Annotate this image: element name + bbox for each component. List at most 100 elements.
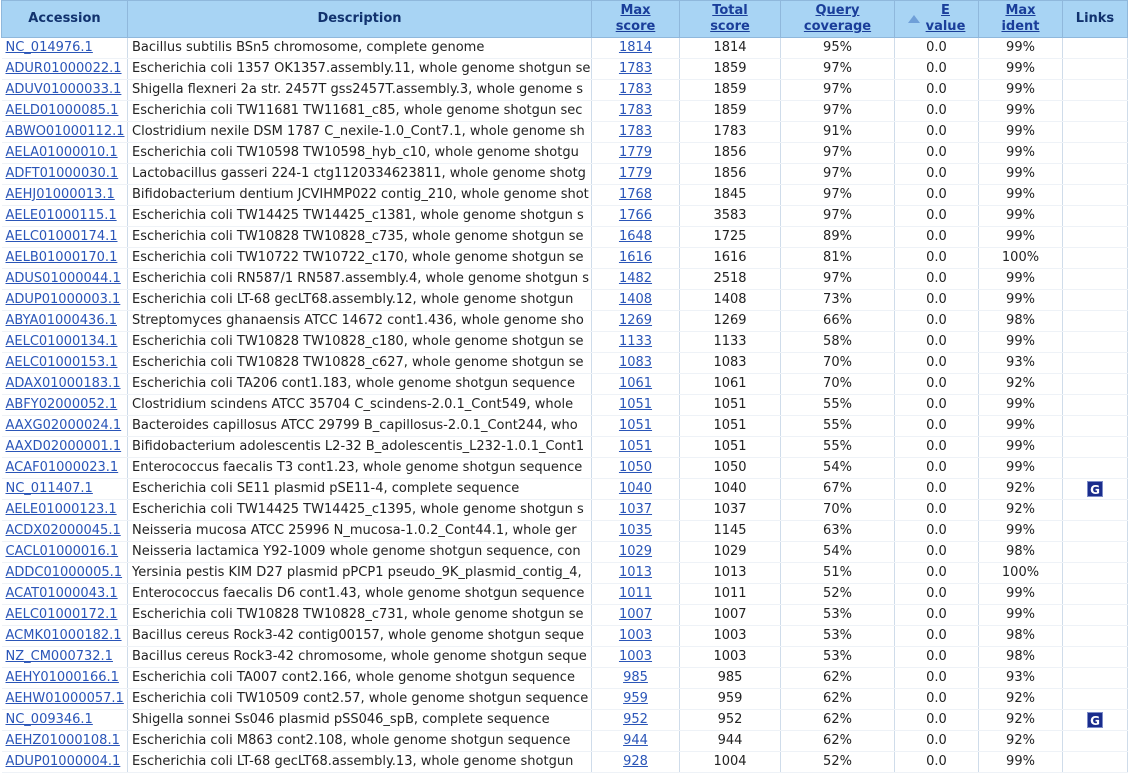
max-ident-cell: 99%: [978, 226, 1063, 248]
max-score-link[interactable]: 952: [623, 712, 648, 727]
accession-link[interactable]: AAXG02000024.1: [6, 418, 122, 433]
max-score-link[interactable]: 959: [623, 691, 648, 706]
accession-link[interactable]: ADUP01000003.1: [6, 292, 121, 307]
description-cell: Escherichia coli SE11 plasmid pSE11-4, c…: [127, 478, 592, 500]
accession-link[interactable]: AEHW01000057.1: [6, 691, 124, 706]
accession-link[interactable]: NZ_CM000732.1: [6, 649, 113, 664]
accession-link[interactable]: ADFT01000030.1: [6, 166, 119, 181]
query-coverage-cell: 55%: [780, 394, 895, 416]
header-total-score[interactable]: Total score: [679, 0, 781, 38]
accession-link[interactable]: ADAX01000183.1: [6, 376, 121, 391]
accession-link[interactable]: ADDC01000005.1: [6, 565, 123, 580]
accession-link[interactable]: ACMK01000182.1: [6, 628, 122, 643]
total-score-sort-link[interactable]: Total score: [710, 3, 750, 34]
accession-link[interactable]: AELC01000174.1: [6, 229, 118, 244]
max-score-link[interactable]: 1061: [619, 376, 652, 391]
accession-link[interactable]: ADUR01000022.1: [6, 61, 122, 76]
accession-link[interactable]: NC_009346.1: [6, 712, 93, 727]
max-score-link[interactable]: 1050: [619, 460, 652, 475]
accession-link[interactable]: AEHZ01000108.1: [6, 733, 120, 748]
max-ident-cell: 99%: [978, 331, 1063, 353]
max-score-link[interactable]: 1814: [619, 40, 652, 55]
max-score-link[interactable]: 928: [623, 754, 648, 769]
max-score-link[interactable]: 1007: [619, 607, 652, 622]
max-score-link[interactable]: 1083: [619, 355, 652, 370]
max-score-link[interactable]: 1003: [619, 628, 652, 643]
max-ident-sort-link[interactable]: Max ident: [1001, 3, 1039, 34]
max-score-link[interactable]: 1040: [619, 481, 652, 496]
accession-link[interactable]: ADUV01000033.1: [6, 82, 122, 97]
max-score-link[interactable]: 1783: [619, 82, 652, 97]
query-coverage-sort-link[interactable]: Query coverage: [804, 3, 871, 34]
max-score-link[interactable]: 1779: [619, 166, 652, 181]
accession-link[interactable]: AELE01000123.1: [6, 502, 117, 517]
accession-link[interactable]: AELA01000010.1: [6, 145, 118, 160]
max-score-sort-link[interactable]: Max score: [616, 3, 656, 34]
description-cell: Bacillus cereus Rock3-42 chromosome, who…: [127, 646, 592, 668]
accession-link[interactable]: AELC01000172.1: [6, 607, 118, 622]
gene-link-icon[interactable]: G: [1087, 711, 1103, 728]
accession-link[interactable]: ADUP01000004.1: [6, 754, 121, 769]
max-score-link[interactable]: 1768: [619, 187, 652, 202]
max-score-link[interactable]: 1783: [619, 124, 652, 139]
max-score-link[interactable]: 1783: [619, 61, 652, 76]
max-score-link[interactable]: 1766: [619, 208, 652, 223]
accession-link[interactable]: ABWO01000112.1: [6, 124, 125, 139]
accession-link[interactable]: AELB01000170.1: [6, 250, 118, 265]
max-score-cell: 944: [591, 730, 680, 752]
header-max-ident[interactable]: Max ident: [978, 0, 1063, 38]
max-score-link[interactable]: 1648: [619, 229, 652, 244]
accession-cell: ADDC01000005.1: [1, 562, 128, 584]
max-score-link[interactable]: 1013: [619, 565, 652, 580]
accession-link[interactable]: ACAT01000043.1: [6, 586, 118, 601]
max-score-link[interactable]: 1269: [619, 313, 652, 328]
accession-link[interactable]: ABYA01000436.1: [6, 313, 118, 328]
max-ident-cell: 93%: [978, 352, 1063, 374]
accession-link[interactable]: ABFY02000052.1: [6, 397, 118, 412]
max-score-link[interactable]: 1051: [619, 397, 652, 412]
accession-link[interactable]: AELC01000153.1: [6, 355, 118, 370]
accession-cell: ABWO01000112.1: [1, 121, 128, 143]
header-query-coverage[interactable]: Query coverage: [780, 0, 895, 38]
max-score-link[interactable]: 1037: [619, 502, 652, 517]
max-score-link[interactable]: 1616: [619, 250, 652, 265]
max-score-link[interactable]: 1779: [619, 145, 652, 160]
max-score-link[interactable]: 1029: [619, 544, 652, 559]
gene-link-icon[interactable]: G: [1087, 480, 1103, 497]
e-value-sort-link[interactable]: Evalue: [926, 3, 966, 35]
max-score-link[interactable]: 1408: [619, 292, 652, 307]
accession-link[interactable]: CACL01000016.1: [6, 544, 119, 559]
max-score-link[interactable]: 1011: [619, 586, 652, 601]
max-ident-cell: 99%: [978, 184, 1063, 206]
links-cell: [1062, 310, 1128, 332]
accession-link[interactable]: AAXD02000001.1: [6, 439, 122, 454]
max-score-link[interactable]: 1051: [619, 418, 652, 433]
accession-link[interactable]: AELE01000115.1: [6, 208, 117, 223]
accession-link[interactable]: AELC01000134.1: [6, 334, 118, 349]
accession-link[interactable]: NC_011407.1: [6, 481, 93, 496]
accession-link[interactable]: ADUS01000044.1: [6, 271, 121, 286]
accession-link[interactable]: ACDX02000045.1: [6, 523, 121, 538]
max-score-link[interactable]: 944: [623, 733, 648, 748]
accession-link[interactable]: NC_014976.1: [6, 40, 93, 55]
accession-link[interactable]: ACAF01000023.1: [6, 460, 119, 475]
accession-link[interactable]: AEHY01000166.1: [6, 670, 119, 685]
max-score-link[interactable]: 985: [623, 670, 648, 685]
accession-link[interactable]: AELD01000085.1: [6, 103, 119, 118]
e-value-cell: 0.0: [894, 730, 979, 752]
table-row: AELA01000010.1 Escherichia coli TW10598 T…: [1, 142, 1128, 164]
table-row: AEHW01000057.1 Escherichia coli TW10509 c…: [1, 688, 1128, 710]
max-score-link[interactable]: 1035: [619, 523, 652, 538]
accession-link[interactable]: AEHJ01000013.1: [6, 187, 115, 202]
max-score-link[interactable]: 1133: [619, 334, 652, 349]
max-ident-cell: 92%: [978, 478, 1063, 500]
header-max-score[interactable]: Max score: [591, 0, 680, 38]
max-score-link[interactable]: 1783: [619, 103, 652, 118]
e-value-cell: 0.0: [894, 163, 979, 185]
max-score-link[interactable]: 1003: [619, 649, 652, 664]
header-e-value[interactable]: Evalue: [894, 0, 979, 38]
max-score-link[interactable]: 1482: [619, 271, 652, 286]
max-ident-cell: 99%: [978, 415, 1063, 437]
max-score-link[interactable]: 1051: [619, 439, 652, 454]
description-cell: Escherichia coli M863 cont2.108, whole g…: [127, 730, 592, 752]
